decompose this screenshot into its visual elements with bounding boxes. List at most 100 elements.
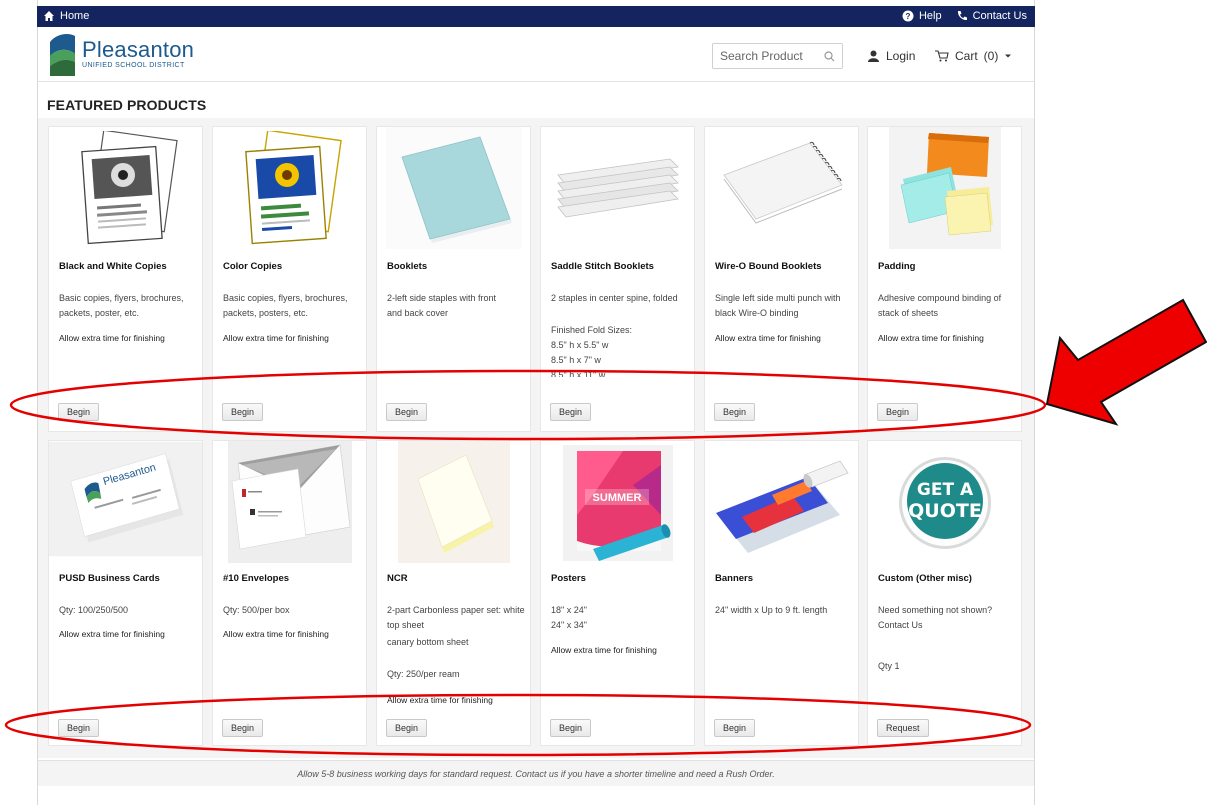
product-card: Wire-O Bound Booklets Single left side m… — [704, 126, 859, 432]
product-name[interactable]: Padding — [878, 261, 915, 272]
product-note: Allow extra time for finishing — [223, 629, 329, 639]
product-note: Allow extra time for finishing — [387, 695, 493, 705]
site-header: Pleasanton UNIFIED SCHOOL DISTRICT Searc… — [38, 27, 1034, 82]
cart-dropdown[interactable]: Cart (0) — [935, 49, 1012, 63]
search-input[interactable]: Search Product — [712, 43, 843, 69]
product-quantity: Qty: 250/per ream — [387, 669, 460, 679]
product-card: Saddle Stitch Booklets 2 staples in cent… — [540, 126, 695, 432]
product-description: Qty: 100/250/500 — [59, 605, 129, 615]
product-name[interactable]: #10 Envelopes — [223, 573, 289, 584]
product-description-line: 24" x 34" — [551, 620, 587, 630]
product-note: Allow extra time for finishing — [223, 333, 329, 343]
product-description: Need something not shown? Contact Us — [878, 605, 993, 630]
home-link[interactable]: Home — [43, 10, 89, 22]
begin-button[interactable]: Begin — [386, 719, 428, 737]
product-description: 2-left side staples with front and back … — [387, 293, 497, 318]
product-image — [541, 145, 694, 235]
booklets-image — [385, 127, 522, 249]
section-title: FEATURED PRODUCTS — [47, 97, 207, 113]
product-description-line: canary bottom sheet — [387, 637, 469, 647]
begin-button[interactable]: Begin — [58, 719, 100, 737]
begin-button[interactable]: Begin — [550, 719, 592, 737]
fold-size-option: 8.5" h x 5.5" w — [551, 340, 609, 350]
business-cards-image: Pleasanton — [49, 441, 202, 557]
product-name[interactable]: PUSD Business Cards — [59, 573, 160, 584]
envelopes-image — [227, 441, 352, 563]
product-description: Qty: 500/per box — [223, 605, 290, 615]
cart-count: (0) — [983, 49, 999, 63]
product-note: Allow extra time for finishing — [715, 333, 821, 343]
search-placeholder: Search Product — [720, 49, 803, 63]
product-card: Padding Adhesive compound binding of sta… — [867, 126, 1022, 432]
product-name[interactable]: Banners — [715, 573, 753, 584]
help-label: Help — [918, 10, 942, 22]
poster-text: SUMMER — [592, 492, 641, 504]
product-image: SUMMER — [541, 445, 694, 561]
padding-image — [888, 127, 1001, 249]
product-image — [868, 127, 1021, 249]
brand-name: Pleasanton — [82, 37, 195, 62]
product-card: Pleasanton PUSD Business Cards Qty: 100/… — [48, 440, 203, 746]
arrow-icon — [1045, 298, 1207, 426]
product-image — [213, 131, 366, 249]
product-card: Booklets 2-left side staples with front … — [376, 126, 531, 432]
quote-line-1: GET A — [916, 480, 973, 500]
product-note: Allow extra time for finishing — [59, 333, 165, 343]
product-description: Basic copies, flyers, brochures, packets… — [223, 293, 348, 318]
product-name[interactable]: Booklets — [387, 261, 427, 272]
product-quantity: Qty 1 — [878, 661, 900, 671]
product-name[interactable]: Posters — [551, 573, 586, 584]
product-description: Single left side multi punch with black … — [715, 293, 841, 318]
cart-label: Cart — [955, 49, 978, 63]
begin-button[interactable]: Begin — [222, 719, 264, 737]
product-image — [705, 137, 858, 237]
fold-size-option: 8.5" h x 7" w — [551, 355, 601, 365]
product-card: Black and White Copies Basic copies, fly… — [48, 126, 203, 432]
footer-notice: Allow 5-8 business working days for stan… — [38, 760, 1034, 786]
product-image: GET A QUOTE — [868, 445, 1021, 561]
product-description: Basic copies, flyers, brochures, packets… — [59, 293, 184, 318]
product-name[interactable]: Wire-O Bound Booklets — [715, 261, 822, 272]
product-note: Allow extra time for finishing — [551, 645, 657, 655]
search-icon[interactable] — [824, 50, 835, 62]
begin-button[interactable]: Begin — [550, 403, 592, 421]
begin-button[interactable]: Begin — [877, 403, 919, 421]
cart-icon — [935, 50, 949, 62]
product-description: 2 staples in center spine, folded — [551, 293, 678, 303]
product-description: Adhesive compound binding of stack of sh… — [878, 293, 1002, 318]
user-icon — [868, 50, 879, 62]
ncr-image — [397, 441, 510, 563]
banners-image — [715, 460, 848, 553]
begin-button[interactable]: Begin — [222, 403, 264, 421]
product-card: #10 Envelopes Qty: 500/per box Allow ext… — [212, 440, 367, 746]
begin-button[interactable]: Begin — [714, 403, 756, 421]
begin-button[interactable]: Begin — [58, 403, 100, 421]
site-logo[interactable]: Pleasanton UNIFIED SCHOOL DISTRICT — [48, 31, 208, 77]
product-name[interactable]: Color Copies — [223, 261, 282, 272]
product-card: GET A QUOTE Custom (Other misc) Need som… — [867, 440, 1022, 746]
product-name[interactable]: Saddle Stitch Booklets — [551, 261, 654, 272]
product-image — [49, 131, 202, 249]
begin-button[interactable]: Begin — [386, 403, 428, 421]
product-note: Allow extra time for finishing — [59, 629, 165, 639]
quote-line-2: QUOTE — [908, 500, 982, 522]
product-card: SUMMER Posters 18" x 24" 24" x 34" Allow… — [540, 440, 695, 746]
product-note: Allow extra time for finishing — [878, 333, 984, 343]
get-a-quote-badge: GET A QUOTE — [898, 457, 991, 549]
login-link[interactable]: Login — [868, 49, 915, 63]
home-label: Home — [60, 10, 90, 22]
product-description: 24" width x Up to 9 ft. length — [715, 605, 828, 615]
product-name[interactable]: NCR — [387, 573, 408, 584]
brand-subtitle: UNIFIED SCHOOL DISTRICT — [82, 62, 185, 69]
product-name[interactable]: Black and White Copies — [59, 261, 167, 272]
contact-link[interactable]: Contact Us — [956, 10, 1027, 22]
wire-o-image — [722, 141, 843, 224]
begin-button[interactable]: Begin — [714, 719, 756, 737]
help-link[interactable]: ? Help — [902, 10, 942, 22]
product-image — [213, 441, 366, 563]
request-button[interactable]: Request — [877, 719, 929, 737]
svg-text:?: ? — [906, 12, 911, 21]
login-label: Login — [886, 49, 916, 63]
product-name[interactable]: Custom (Other misc) — [878, 573, 972, 584]
help-icon: ? — [902, 10, 914, 22]
